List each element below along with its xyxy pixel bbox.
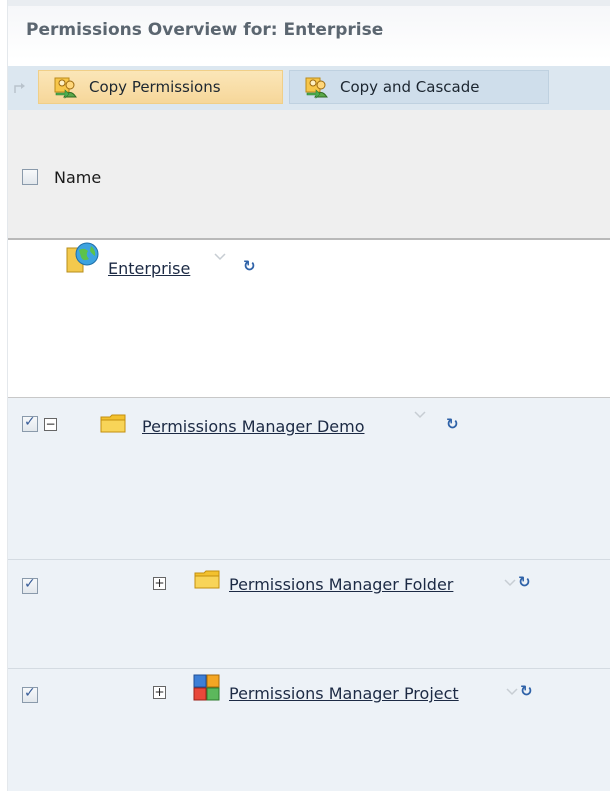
row-link-demo[interactable]: Permissions Manager Demo <box>142 417 364 436</box>
copy-and-cascade-label: Copy and Cascade <box>340 78 480 96</box>
row-checkbox[interactable] <box>22 685 38 703</box>
left-border <box>0 0 8 791</box>
copy-and-cascade-button[interactable]: Copy and Cascade <box>289 70 549 104</box>
title-bar: Permissions Overview for: Enterprise <box>8 0 610 60</box>
folder-icon <box>194 570 220 589</box>
copy-permissions-label: Copy Permissions <box>89 78 221 96</box>
refresh-icon[interactable]: ↻ <box>518 573 531 591</box>
users-cascade-icon <box>305 77 328 99</box>
refresh-icon[interactable]: ↻ <box>243 257 256 275</box>
select-all-checkbox[interactable] <box>22 169 38 185</box>
forward-arrow-icon[interactable] <box>12 79 28 95</box>
users-copy-icon <box>54 77 77 99</box>
chevron-down-icon[interactable] <box>506 688 518 696</box>
folder-icon <box>100 414 126 433</box>
table-row: − Permissions Manager Demo ↻ <box>8 398 610 560</box>
refresh-icon[interactable]: ↻ <box>446 415 459 433</box>
name-column-header[interactable]: Name <box>54 168 101 187</box>
expand-toggle[interactable]: + <box>153 577 166 590</box>
chevron-down-icon[interactable] <box>414 411 426 419</box>
row-link-enterprise[interactable]: Enterprise <box>108 259 190 278</box>
chevron-down-icon[interactable] <box>504 579 516 587</box>
toolbar: Copy Permissions Copy and Cascade <box>8 66 610 110</box>
table-row: + Permissions Manager Project ↻ <box>8 669 610 791</box>
enterprise-icon <box>66 242 99 273</box>
page-title: Permissions Overview for: Enterprise <box>26 20 384 40</box>
table-header: Name <box>8 110 610 240</box>
expand-toggle[interactable]: + <box>153 686 166 699</box>
row-link-project[interactable]: Permissions Manager Project <box>229 684 459 703</box>
table-row: + Permissions Manager Folder ↻ <box>8 560 610 669</box>
chevron-down-icon[interactable] <box>214 253 226 261</box>
table-row: Enterprise ↻ <box>8 240 610 398</box>
row-link-folder[interactable]: Permissions Manager Folder <box>229 575 453 594</box>
row-checkbox[interactable] <box>22 414 38 432</box>
copy-permissions-button[interactable]: Copy Permissions <box>38 70 283 104</box>
row-checkbox[interactable] <box>22 576 38 594</box>
project-icon <box>193 674 220 701</box>
collapse-toggle[interactable]: − <box>44 418 57 431</box>
refresh-icon[interactable]: ↻ <box>520 682 533 700</box>
